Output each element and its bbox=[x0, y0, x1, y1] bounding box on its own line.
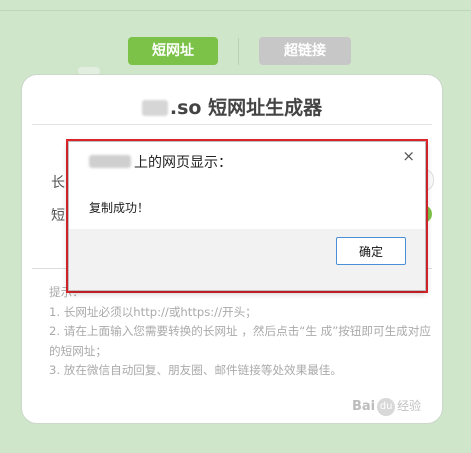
dialog-title: 上的网页显示： bbox=[89, 152, 232, 172]
dialog-footer: 确定 bbox=[69, 229, 425, 290]
tab-divider bbox=[238, 38, 239, 65]
redacted-domain bbox=[141, 100, 168, 116]
close-icon[interactable]: × bbox=[402, 147, 415, 165]
watermark-text: 经验 bbox=[397, 399, 422, 413]
title-divider bbox=[32, 124, 432, 125]
tip-item: 3. 放在微信自动回复、朋友圈、邮件链接等处效果最佳。 bbox=[49, 363, 342, 377]
redacted-origin bbox=[89, 155, 131, 168]
top-divider bbox=[0, 10, 471, 11]
watermark-logo: Bai bbox=[352, 399, 376, 414]
tab-short-url[interactable]: 短网址 bbox=[128, 37, 218, 65]
dialog-title-text: 上的网页显示： bbox=[134, 155, 232, 171]
paw-icon: du bbox=[377, 397, 396, 416]
tab-super-link[interactable]: 超链接 bbox=[259, 37, 351, 65]
tips-section: 提示： 1. 长网址必须以http://或https://开头； 2. 请在上面… bbox=[49, 283, 439, 381]
long-url-label: 长 bbox=[51, 175, 65, 191]
alert-dialog: 上的网页显示： × 复制成功！ 确定 bbox=[68, 141, 426, 291]
ok-button[interactable]: 确定 bbox=[336, 237, 406, 265]
short-url-label: 短 bbox=[51, 208, 65, 224]
page-title-text: .so 短网址生成器 bbox=[169, 97, 323, 119]
watermark: Bai du 经验 bbox=[352, 397, 462, 416]
tip-item: 1. 长网址必须以http://或https://开头； bbox=[49, 304, 257, 319]
page-title: .so 短网址生成器 bbox=[22, 93, 442, 120]
dialog-message: 复制成功！ bbox=[89, 201, 150, 215]
tip-item: 2. 请在上面输入您需要转换的长网址 ，然后点击“生 成”按钮即可生成对应的短网… bbox=[49, 324, 431, 358]
